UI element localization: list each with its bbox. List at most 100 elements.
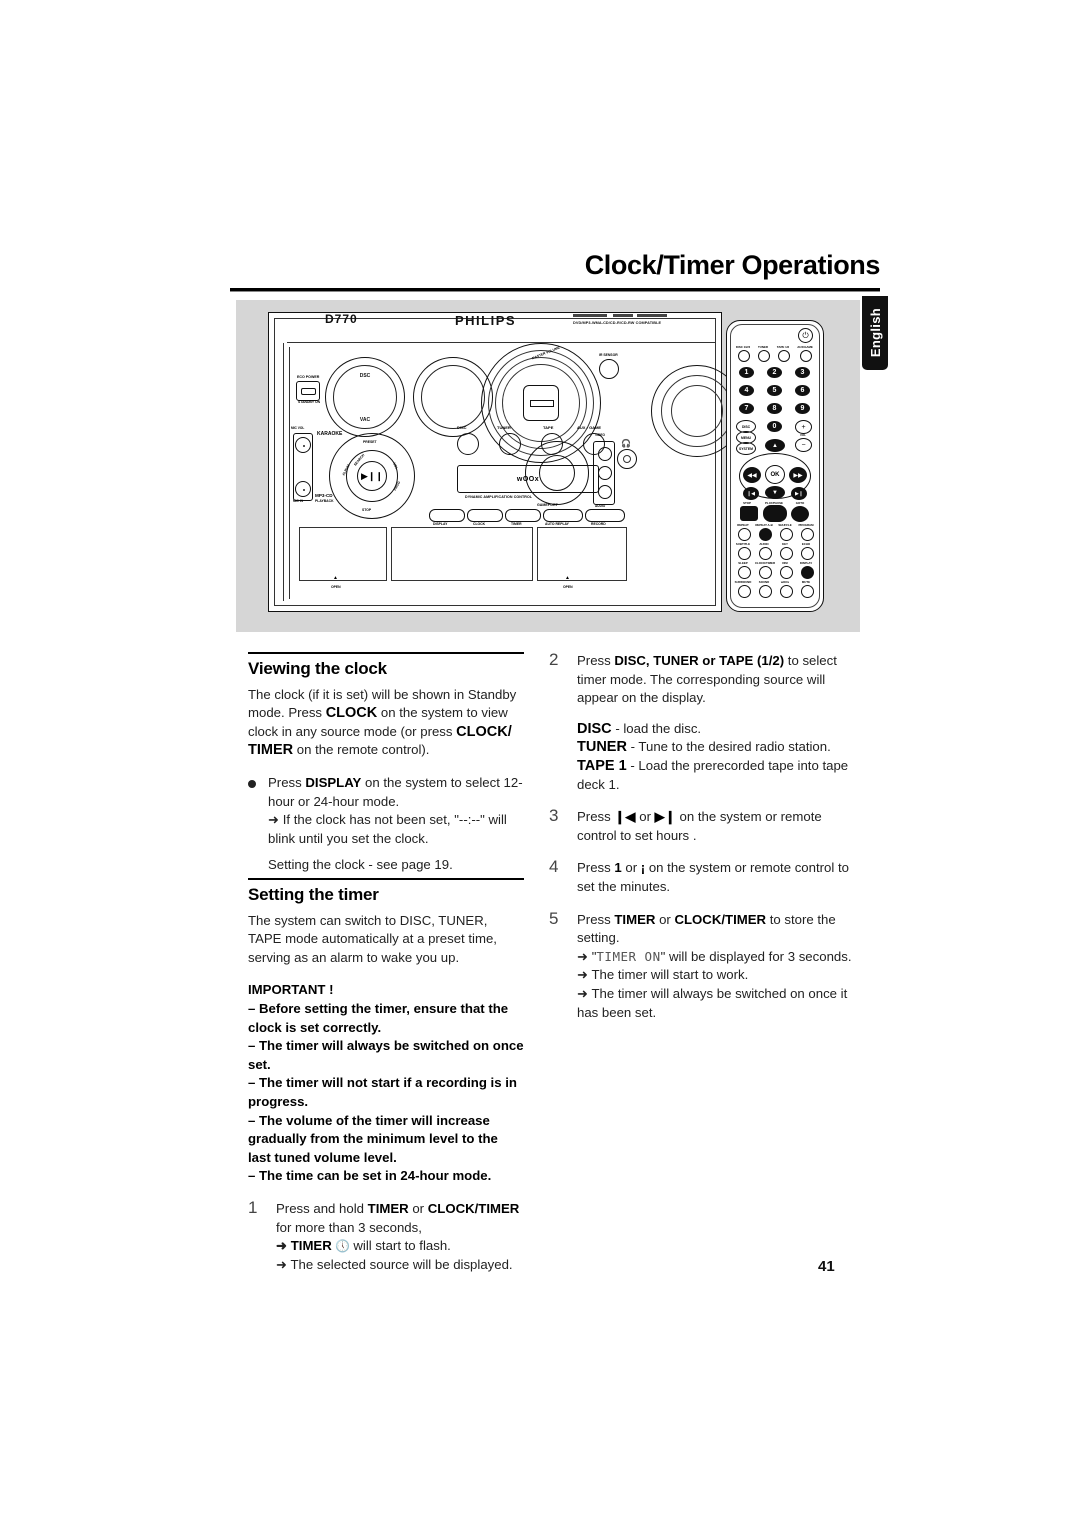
remote-key-7[interactable]: 7 bbox=[739, 403, 754, 414]
remote-button-surround[interactable] bbox=[738, 585, 751, 598]
step-2-tape: TAPE 1 - Load the prerecorded tape into … bbox=[577, 757, 857, 794]
remote-button-forward[interactable]: ▶▶ bbox=[789, 467, 807, 483]
remote-button-volume-down[interactable]: − bbox=[795, 438, 812, 452]
remote-button-key[interactable] bbox=[780, 547, 793, 560]
remote-control-illustration: ⏻ DISC 1/2/3 TUNER TAPE 1/2 AUX/GAME 1 2… bbox=[726, 320, 824, 612]
remote-key-5[interactable]: 5 bbox=[767, 385, 782, 396]
s1-clocktimer-bold: CLOCK/TIMER bbox=[427, 1200, 520, 1216]
s1-arrow-rest: will start to flash. bbox=[353, 1238, 451, 1254]
next-track-icon: ▶❙ bbox=[654, 809, 676, 825]
standby-power-button[interactable] bbox=[296, 381, 320, 401]
remote-button-system[interactable]: SYSTEM bbox=[736, 442, 756, 455]
remote-key-3[interactable]: 3 bbox=[795, 367, 810, 378]
remote-key-0[interactable]: 0 bbox=[767, 421, 782, 432]
left-column-timer: Setting the timer The system can switch … bbox=[248, 885, 524, 1274]
remote-button-sleep[interactable] bbox=[738, 566, 751, 579]
hifi-system-illustration: D770 PHILIPS DVD/MP3-WMA-CD/CD-R/CD-RW C… bbox=[268, 312, 743, 612]
remote-label-tuner: TUNER bbox=[758, 345, 768, 349]
function-button-display[interactable] bbox=[429, 509, 465, 522]
remote-button-goto[interactable] bbox=[791, 506, 809, 522]
important-item-2: – The timer will always be switched on o… bbox=[248, 1038, 524, 1072]
function-button-clock[interactable] bbox=[467, 509, 503, 522]
remote-button-rewind[interactable]: ◀◀ bbox=[743, 467, 761, 483]
open-label-right: OPEN bbox=[563, 585, 573, 589]
remote-button-ok[interactable]: OK bbox=[765, 465, 785, 484]
remote-button-auxgame[interactable] bbox=[800, 350, 812, 362]
remote-button-echo[interactable] bbox=[801, 547, 814, 560]
remote-label-disc123: DISC 1/2/3 bbox=[735, 345, 751, 349]
mic-in-jack[interactable] bbox=[295, 481, 311, 497]
product-figure: D770 PHILIPS DVD/MP3-WMA-CD/CD-R/CD-RW C… bbox=[236, 300, 860, 632]
remote-button-repeat-ab[interactable] bbox=[759, 528, 772, 541]
gameport-pad[interactable] bbox=[525, 441, 589, 505]
audio-label: AUDIO bbox=[595, 504, 606, 508]
s2-tape-bold: TAPE 1 bbox=[577, 757, 627, 774]
remote-button-play-pause[interactable] bbox=[763, 505, 787, 522]
s1-arrow-timer-bold: TIMER bbox=[290, 1238, 332, 1254]
remote-button-next[interactable]: ▶❙ bbox=[791, 487, 807, 500]
setting-timer-paragraph: The system can switch to DISC, TUNER, TA… bbox=[248, 912, 497, 965]
video-jack[interactable] bbox=[598, 447, 612, 461]
remote-button-tape12[interactable] bbox=[778, 350, 790, 362]
remote-button-dim[interactable] bbox=[780, 566, 793, 579]
remote-button-prev[interactable]: ❙◀ bbox=[743, 487, 759, 500]
remote-button-sound[interactable] bbox=[759, 585, 772, 598]
remote-label-repeat-ab: REPEAT A-B bbox=[755, 523, 773, 527]
s3-b: or bbox=[635, 809, 655, 825]
remote-button-subtitle[interactable] bbox=[738, 547, 751, 560]
remote-key-1[interactable]: 1 bbox=[739, 367, 754, 378]
step-5-arrow-3: ➜ The timer will always be switched on o… bbox=[577, 985, 848, 1020]
remote-button-volume-up[interactable]: + bbox=[795, 420, 812, 434]
step-3-text: Press ❙◀ or ▶❙ on the system or remote c… bbox=[577, 808, 857, 845]
remote-key-6[interactable]: 6 bbox=[795, 385, 810, 396]
remote-label-shuffle: SHUFFLE bbox=[778, 523, 792, 527]
viewing-clock-paragraph: The clock (if it is set) will be shown i… bbox=[248, 686, 524, 760]
function-label-timer: TIMER bbox=[511, 522, 522, 526]
remote-button-stop[interactable] bbox=[740, 506, 758, 521]
remote-button-shuffle[interactable] bbox=[780, 528, 793, 541]
source-button-tuner[interactable] bbox=[499, 433, 521, 455]
source-button-disc[interactable] bbox=[457, 433, 479, 455]
remote-button-program[interactable] bbox=[801, 528, 814, 541]
nav-label-preset: PRESET bbox=[363, 440, 377, 444]
audio-r-jack[interactable] bbox=[598, 466, 612, 480]
remote-button-clock-timer[interactable] bbox=[759, 566, 772, 579]
remote-key-8[interactable]: 8 bbox=[767, 403, 782, 414]
remote-label-display: DISPLAY bbox=[799, 561, 813, 565]
play-pause-button[interactable]: ▶❙❙ bbox=[357, 461, 387, 491]
philips-logo: PHILIPS bbox=[455, 313, 517, 328]
remote-button-audio[interactable] bbox=[759, 547, 772, 560]
remote-button-down[interactable]: ▼ bbox=[765, 486, 785, 499]
remote-button-display[interactable] bbox=[801, 566, 814, 579]
remote-label-dim: DIM bbox=[782, 561, 788, 565]
s2-disc-bold: DISC bbox=[577, 720, 612, 737]
function-button-record[interactable] bbox=[585, 509, 625, 522]
dsc-vac-knob[interactable] bbox=[325, 357, 405, 437]
step-5-text: Press TIMER or CLOCK/TIMER to store the … bbox=[577, 911, 857, 948]
step-2-tuner: TUNER - Tune to the desired radio statio… bbox=[577, 738, 857, 757]
remote-button-up[interactable]: ▲ bbox=[765, 439, 785, 452]
remote-button-woox[interactable] bbox=[780, 585, 793, 598]
s1-b: or bbox=[408, 1200, 428, 1216]
function-button-auto-replay[interactable] bbox=[543, 509, 583, 522]
jog-nav-pad[interactable]: ▶❙❙ PRESET ALBUM SEARCH VOL PROG STOP bbox=[329, 433, 415, 519]
remote-button-repeat[interactable] bbox=[738, 528, 751, 541]
s5-arrow-pre: ➜ " bbox=[577, 948, 597, 964]
remote-button-disc123[interactable] bbox=[738, 350, 750, 362]
function-button-timer[interactable] bbox=[505, 509, 541, 522]
remote-key-2[interactable]: 2 bbox=[767, 367, 782, 378]
step-1: 1 Press and hold TIMER or CLOCK/TIMER fo… bbox=[248, 1198, 524, 1274]
power-icon[interactable]: ⏻ bbox=[798, 328, 813, 343]
remote-button-tuner[interactable] bbox=[758, 350, 770, 362]
remote-label-subtitle: SUBTITLE bbox=[735, 542, 751, 546]
heading-viewing-the-clock: Viewing the clock bbox=[248, 659, 387, 678]
audio-l-jack[interactable] bbox=[598, 485, 612, 499]
cassette-deck-left bbox=[299, 527, 387, 581]
remote-key-4[interactable]: 4 bbox=[739, 385, 754, 396]
remote-button-mute[interactable] bbox=[801, 585, 814, 598]
function-label-clock: CLOCK bbox=[473, 522, 486, 526]
remote-key-9[interactable]: 9 bbox=[795, 403, 810, 414]
mic-volume-knob[interactable] bbox=[295, 437, 311, 453]
